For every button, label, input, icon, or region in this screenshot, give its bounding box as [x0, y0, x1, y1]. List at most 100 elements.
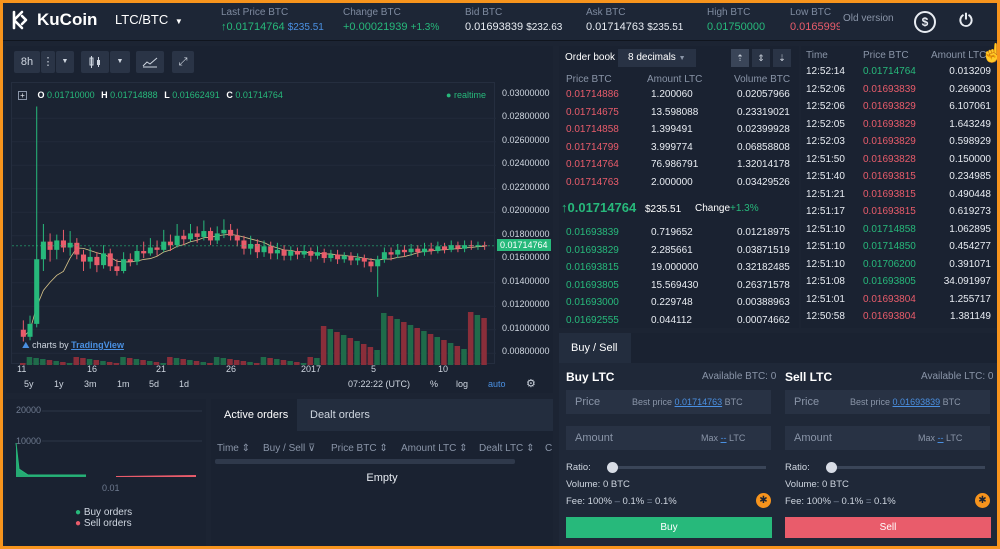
time-cell: 12:52:03: [806, 136, 845, 147]
range-1m[interactable]: 1m: [117, 379, 130, 389]
minus-icon: –: [833, 496, 839, 507]
asks-row[interactable]: 0.01714763 2.000000 0.03429526: [559, 174, 799, 191]
amount-cell: 0.044112: [651, 314, 692, 326]
hand-cursor-icon: ☝: [981, 43, 997, 63]
buy-fee: Fee: 100% – 0.1% = 0.1%: [566, 496, 677, 507]
volume-bar: [461, 349, 467, 365]
time-cell: 12:51:10: [806, 258, 845, 270]
change-stat: Change BTC +0.00021939 +1.3%: [343, 7, 439, 33]
sell-best-price-label: Best price: [850, 397, 891, 407]
bids-row[interactable]: 0.01693839 0.719652 0.01218975: [559, 224, 799, 241]
sell-volume: Volume: 0 BTC: [785, 479, 849, 490]
range-5d[interactable]: 5d: [149, 379, 159, 389]
buy-ratio-knob[interactable]: [607, 462, 618, 473]
bids-row[interactable]: 0.01693000 0.229748 0.00388963: [559, 294, 799, 311]
candle-body: [141, 251, 147, 254]
auto-toggle[interactable]: auto: [488, 379, 506, 389]
kcs-fee-icon[interactable]: ✱: [756, 493, 771, 508]
indicators-icon[interactable]: [136, 51, 164, 73]
volume-cell: 0.32182485: [737, 262, 790, 273]
more-vertical-icon[interactable]: ⋮: [41, 51, 55, 73]
col-dealt[interactable]: Dealt LTC ⇕: [479, 443, 534, 454]
settings-gear-icon[interactable]: ⚙: [526, 377, 536, 390]
range-5y[interactable]: 5y: [24, 379, 34, 389]
range-1y[interactable]: 1y: [54, 379, 64, 389]
asks-row[interactable]: 0.01714799 3.999774 0.06858808: [559, 139, 799, 156]
percent-toggle[interactable]: %: [430, 379, 438, 389]
bids-row[interactable]: 0.01693829 2.285661 0.03871519: [559, 242, 799, 259]
trade-row: 12:51:10 0.01714858 1.062895: [801, 221, 997, 238]
volume-bar: [481, 318, 487, 365]
buy-dot-icon: ●: [75, 507, 82, 518]
volume-bar: [447, 343, 454, 365]
col-buy-sell[interactable]: Buy / Sell ⊽: [263, 443, 315, 454]
fullscreen-icon[interactable]: ⤢: [172, 51, 194, 73]
buy-price-input[interactable]: Price Best price 0.01714763 BTC: [566, 390, 771, 414]
col-c[interactable]: C: [545, 443, 552, 454]
bids-row[interactable]: 0.01693815 19.000000 0.32182485: [559, 259, 799, 276]
asks-row[interactable]: 0.01714886 1.200060 0.02057966: [559, 86, 799, 103]
buy-amount-unit: LTC: [729, 433, 746, 443]
candle-body: [368, 261, 374, 267]
tradingview-credit[interactable]: ⛰ charts by TradingView: [22, 340, 124, 351]
buy-ratio-slider[interactable]: [607, 462, 766, 473]
sell-ratio-knob[interactable]: [826, 462, 837, 473]
buy-amount-input[interactable]: Amount Max -- LTC: [566, 426, 771, 450]
pair-selector[interactable]: LTC/BTC ▼: [115, 12, 183, 27]
tab-active-orders[interactable]: Active orders: [224, 409, 288, 421]
crosshair-icon[interactable]: +: [18, 91, 27, 100]
interval-select[interactable]: 8h: [14, 51, 40, 73]
range-3m[interactable]: 3m: [84, 379, 97, 389]
caret-down-icon: ▼: [174, 17, 183, 26]
buy-button[interactable]: Buy: [566, 517, 772, 538]
volume-bar: [320, 326, 327, 365]
show-asks-icon[interactable]: ⇡: [731, 49, 749, 67]
log-toggle[interactable]: log: [456, 379, 468, 389]
sell-button[interactable]: Sell: [785, 517, 991, 538]
asks-row[interactable]: 0.01714675 13.598088 0.23319021: [559, 104, 799, 121]
col-price[interactable]: Price BTC ⇕: [331, 443, 388, 454]
dollar-icon[interactable]: $: [914, 11, 936, 33]
sell-ratio-slider[interactable]: [826, 462, 985, 473]
y-axis: 0.03000000 0.02800000 0.02600000 0.02400000…: [498, 82, 550, 364]
bids-row[interactable]: 0.01693805 15.569430 0.26371578: [559, 277, 799, 294]
amount-cell: 1.381149: [950, 311, 991, 322]
sell-best-price-link[interactable]: 0.01693839: [893, 397, 941, 407]
power-icon[interactable]: ⏻: [955, 11, 977, 33]
volume-bar: [427, 334, 434, 365]
old-version-link[interactable]: Old version: [843, 13, 894, 24]
candle-body: [408, 248, 414, 253]
buy-best-price-link[interactable]: 0.01714763: [675, 397, 723, 407]
candles-icon[interactable]: [81, 51, 109, 73]
volume-cell: 0.02399928: [737, 124, 790, 135]
horizontal-scrollbar[interactable]: [215, 459, 515, 464]
col-buy-sell-label: Buy / Sell: [263, 443, 306, 454]
buy-max-link[interactable]: --: [721, 433, 727, 443]
sell-amount-input[interactable]: Amount Max -- LTC: [785, 426, 990, 450]
volume-bar: [474, 315, 481, 365]
col-amount[interactable]: Amount LTC ⇕: [401, 443, 468, 454]
decimals-select[interactable]: 8 decimals ▼: [618, 49, 696, 67]
col-price-label: Price BTC: [331, 443, 377, 454]
sell-max-link[interactable]: --: [938, 433, 944, 443]
col-time[interactable]: Time ⇕: [217, 443, 250, 454]
show-bids-icon[interactable]: ⇣: [773, 49, 791, 67]
kucoin-logo[interactable]: KuCoin: [11, 9, 97, 31]
asks-row[interactable]: 0.01714858 1.399491 0.02399928: [559, 121, 799, 138]
caret-down-icon[interactable]: ▼: [56, 51, 74, 73]
kcs-fee-icon[interactable]: ✱: [975, 493, 990, 508]
price-chart[interactable]: [11, 82, 496, 365]
show-both-icon[interactable]: ⇕: [752, 49, 770, 67]
chart-type-caret-icon[interactable]: ▼: [110, 51, 130, 73]
candle-body: [321, 252, 327, 259]
asks-row[interactable]: 0.01714764 76.986791 1.32014178: [559, 156, 799, 173]
tab-buy-sell[interactable]: Buy / Sell: [571, 342, 617, 354]
bids-row[interactable]: 0.01692555 0.044112 0.00074662: [559, 312, 799, 329]
chart-bottom-bar: 5y 1y 3m 1m 5d 1d 07:22:22 (UTC) % log a…: [6, 376, 553, 393]
y-tick-label: 0.02400000: [502, 158, 550, 169]
sell-price-input[interactable]: Price Best price 0.01693839 BTC: [785, 390, 990, 414]
candle-body: [395, 249, 401, 255]
range-1d[interactable]: 1d: [179, 379, 189, 389]
ohlc-legend: + O 0.01710000 H 0.01714888 L 0.01662491…: [18, 90, 283, 100]
tab-dealt-orders[interactable]: Dealt orders: [310, 409, 370, 421]
